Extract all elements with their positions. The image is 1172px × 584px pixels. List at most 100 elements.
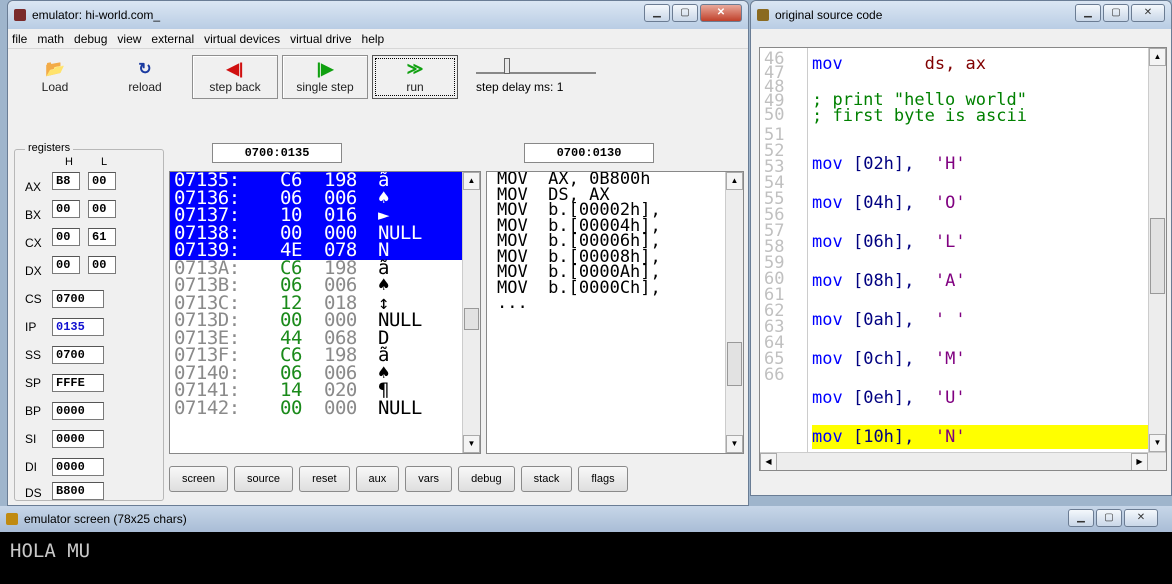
minimize-button[interactable]: ▁ bbox=[1068, 509, 1094, 527]
single-step-label: single step bbox=[296, 80, 354, 94]
debug-button[interactable]: debug bbox=[458, 466, 515, 492]
scroll-down-arrow-icon[interactable]: ▼ bbox=[463, 435, 480, 453]
maximize-button[interactable]: ▢ bbox=[1096, 509, 1122, 527]
reg-di-field[interactable]: 0000 bbox=[52, 458, 104, 476]
line-number: 66 bbox=[764, 365, 785, 385]
step-back-button[interactable]: ◀| step back bbox=[192, 55, 278, 99]
reg-ah-field[interactable]: B8 bbox=[52, 172, 80, 190]
aux-button[interactable]: aux bbox=[355, 466, 400, 492]
reg-cl-field[interactable]: 61 bbox=[88, 228, 116, 246]
code-comment[interactable]: ; first byte is ascii bbox=[812, 106, 1027, 126]
line-number: 65 bbox=[764, 349, 785, 369]
reg-si-label: SI bbox=[25, 432, 37, 446]
disassembly-list[interactable]: MOV AX, 0B800h MOV DS, AX MOV b.[00002h]… bbox=[486, 171, 744, 454]
scroll-up-arrow-icon[interactable]: ▲ bbox=[726, 172, 743, 190]
scroll-thumb[interactable] bbox=[464, 308, 479, 330]
disasm-scrollbar[interactable]: ▲ ▼ bbox=[725, 172, 743, 453]
source-button[interactable]: source bbox=[234, 466, 294, 492]
memory-list[interactable]: 07135: C6 198 ã 07136: 06 006 ♠ 07137: 10 016 ► 0… bbox=[169, 171, 481, 454]
toolbar: 📂 Load ↻ reload ◀| step back |▶ single s… bbox=[8, 49, 748, 105]
reg-al-field[interactable]: 00 bbox=[88, 172, 116, 190]
code-line[interactable]: mov [02h], 'H' bbox=[812, 152, 966, 176]
reload-button[interactable]: ↻ reload bbox=[102, 55, 188, 99]
scroll-right-arrow-icon[interactable]: ▶ bbox=[1131, 453, 1148, 470]
screen-output: HOLA MU bbox=[10, 540, 91, 562]
menubar: file math debug view external virtual de… bbox=[8, 29, 748, 49]
reg-sp-field[interactable]: FFFE bbox=[52, 374, 104, 392]
disasm-line[interactable]: ... bbox=[487, 295, 743, 312]
menu-help[interactable]: help bbox=[362, 32, 385, 46]
reg-bh-field[interactable]: 00 bbox=[52, 200, 80, 218]
reg-ip-field[interactable]: 0135 bbox=[52, 318, 104, 336]
memory-row[interactable]: 07142: 00 000 NULL bbox=[170, 398, 480, 418]
screen-titlebar[interactable]: emulator screen (78x25 chars) ▁ ▢ ✕ bbox=[0, 506, 1172, 532]
scroll-up-arrow-icon[interactable]: ▲ bbox=[1149, 48, 1166, 66]
scroll-thumb[interactable] bbox=[727, 342, 742, 386]
reg-ds-label: DS bbox=[25, 486, 42, 500]
reg-cs-field[interactable]: 0700 bbox=[52, 290, 104, 308]
close-button[interactable]: ✕ bbox=[1131, 4, 1165, 22]
menu-math[interactable]: math bbox=[37, 32, 64, 46]
line-number: 62 bbox=[764, 301, 785, 321]
minimize-button[interactable]: ▁ bbox=[644, 4, 670, 22]
load-button[interactable]: 📂 Load bbox=[12, 55, 98, 99]
scroll-left-arrow-icon[interactable]: ◀ bbox=[760, 453, 777, 470]
reg-ds-field[interactable]: B800 bbox=[52, 482, 104, 500]
registers-label: registers bbox=[25, 142, 74, 154]
source-window: original source code ▁ ▢ ✕ 46 47 48 49 5… bbox=[750, 0, 1172, 496]
source-titlebar[interactable]: original source code ▁ ▢ ✕ bbox=[751, 1, 1171, 29]
code-line[interactable]: mov [0ah], ' ' bbox=[812, 308, 966, 332]
reg-ch-field[interactable]: 00 bbox=[52, 228, 80, 246]
minimize-button[interactable]: ▁ bbox=[1075, 4, 1101, 22]
reg-bp-field[interactable]: 0000 bbox=[52, 402, 104, 420]
scroll-thumb[interactable] bbox=[1150, 218, 1165, 294]
code-line[interactable]: mov ds, ax bbox=[812, 52, 986, 76]
code-line[interactable]: mov [06h], 'L' bbox=[812, 230, 966, 254]
menu-file[interactable]: file bbox=[12, 32, 27, 46]
code-line[interactable]: mov [08h], 'A' bbox=[812, 269, 966, 293]
menu-virtual-drive[interactable]: virtual drive bbox=[290, 32, 351, 46]
screen-button[interactable]: screen bbox=[169, 466, 229, 492]
step-delay-slider[interactable]: step delay ms: 1 bbox=[468, 55, 618, 99]
code-line-current[interactable]: mov [10h], 'N' bbox=[812, 425, 1156, 449]
emulator-titlebar[interactable]: emulator: hi-world.com_ ▁ ▢ ✕ bbox=[8, 1, 748, 29]
memory-address-field[interactable]: 0700:0135 bbox=[212, 143, 342, 163]
vars-button[interactable]: vars bbox=[405, 466, 453, 492]
line-number: 63 bbox=[764, 317, 785, 337]
memory-scrollbar[interactable]: ▲ ▼ bbox=[462, 172, 480, 453]
code-line[interactable]: mov [0eh], 'U' bbox=[812, 386, 966, 410]
reg-ss-field[interactable]: 0700 bbox=[52, 346, 104, 364]
scroll-up-arrow-icon[interactable]: ▲ bbox=[463, 172, 480, 190]
scroll-down-arrow-icon[interactable]: ▼ bbox=[1149, 434, 1166, 452]
scroll-down-arrow-icon[interactable]: ▼ bbox=[726, 435, 743, 453]
close-button[interactable]: ✕ bbox=[1124, 509, 1158, 527]
close-button[interactable]: ✕ bbox=[700, 4, 742, 22]
slider-thumb[interactable] bbox=[504, 58, 510, 74]
maximize-button[interactable]: ▢ bbox=[1103, 4, 1129, 22]
reset-button[interactable]: reset bbox=[299, 466, 350, 492]
code-line[interactable]: mov [04h], 'O' bbox=[812, 191, 966, 215]
menu-external[interactable]: external bbox=[151, 32, 194, 46]
source-vertical-scrollbar[interactable]: ▲ ▼ bbox=[1148, 48, 1166, 470]
code-line[interactable]: mov [0ch], 'M' bbox=[812, 347, 966, 371]
reg-bx-label: BX bbox=[25, 208, 42, 222]
stack-button[interactable]: stack bbox=[520, 466, 573, 492]
menu-view[interactable]: view bbox=[117, 32, 141, 46]
reg-dl-field[interactable]: 00 bbox=[88, 256, 116, 274]
source-horizontal-scrollbar[interactable]: ◀ ▶ bbox=[760, 452, 1166, 470]
flags-button[interactable]: flags bbox=[578, 466, 628, 492]
run-button[interactable]: ≫ run bbox=[372, 55, 458, 99]
menu-debug[interactable]: debug bbox=[74, 32, 107, 46]
source-editor[interactable]: 46 47 48 49 50 51 52 53 54 55 56 57 58 5… bbox=[759, 47, 1167, 471]
single-step-button[interactable]: |▶ single step bbox=[282, 55, 368, 99]
disasm-address-field[interactable]: 0700:0130 bbox=[524, 143, 654, 163]
reg-si-field[interactable]: 0000 bbox=[52, 430, 104, 448]
registers-panel: registers H L AX B8 00 BX 00 00 CX 00 61… bbox=[14, 142, 164, 501]
reg-bl-field[interactable]: 00 bbox=[88, 200, 116, 218]
reg-dh-field[interactable]: 00 bbox=[52, 256, 80, 274]
menu-virtual-devices[interactable]: virtual devices bbox=[204, 32, 280, 46]
app-icon bbox=[6, 513, 18, 525]
bottom-button-row: screen source reset aux vars debug stack… bbox=[169, 466, 634, 492]
single-step-icon: |▶ bbox=[316, 61, 334, 78]
maximize-button[interactable]: ▢ bbox=[672, 4, 698, 22]
